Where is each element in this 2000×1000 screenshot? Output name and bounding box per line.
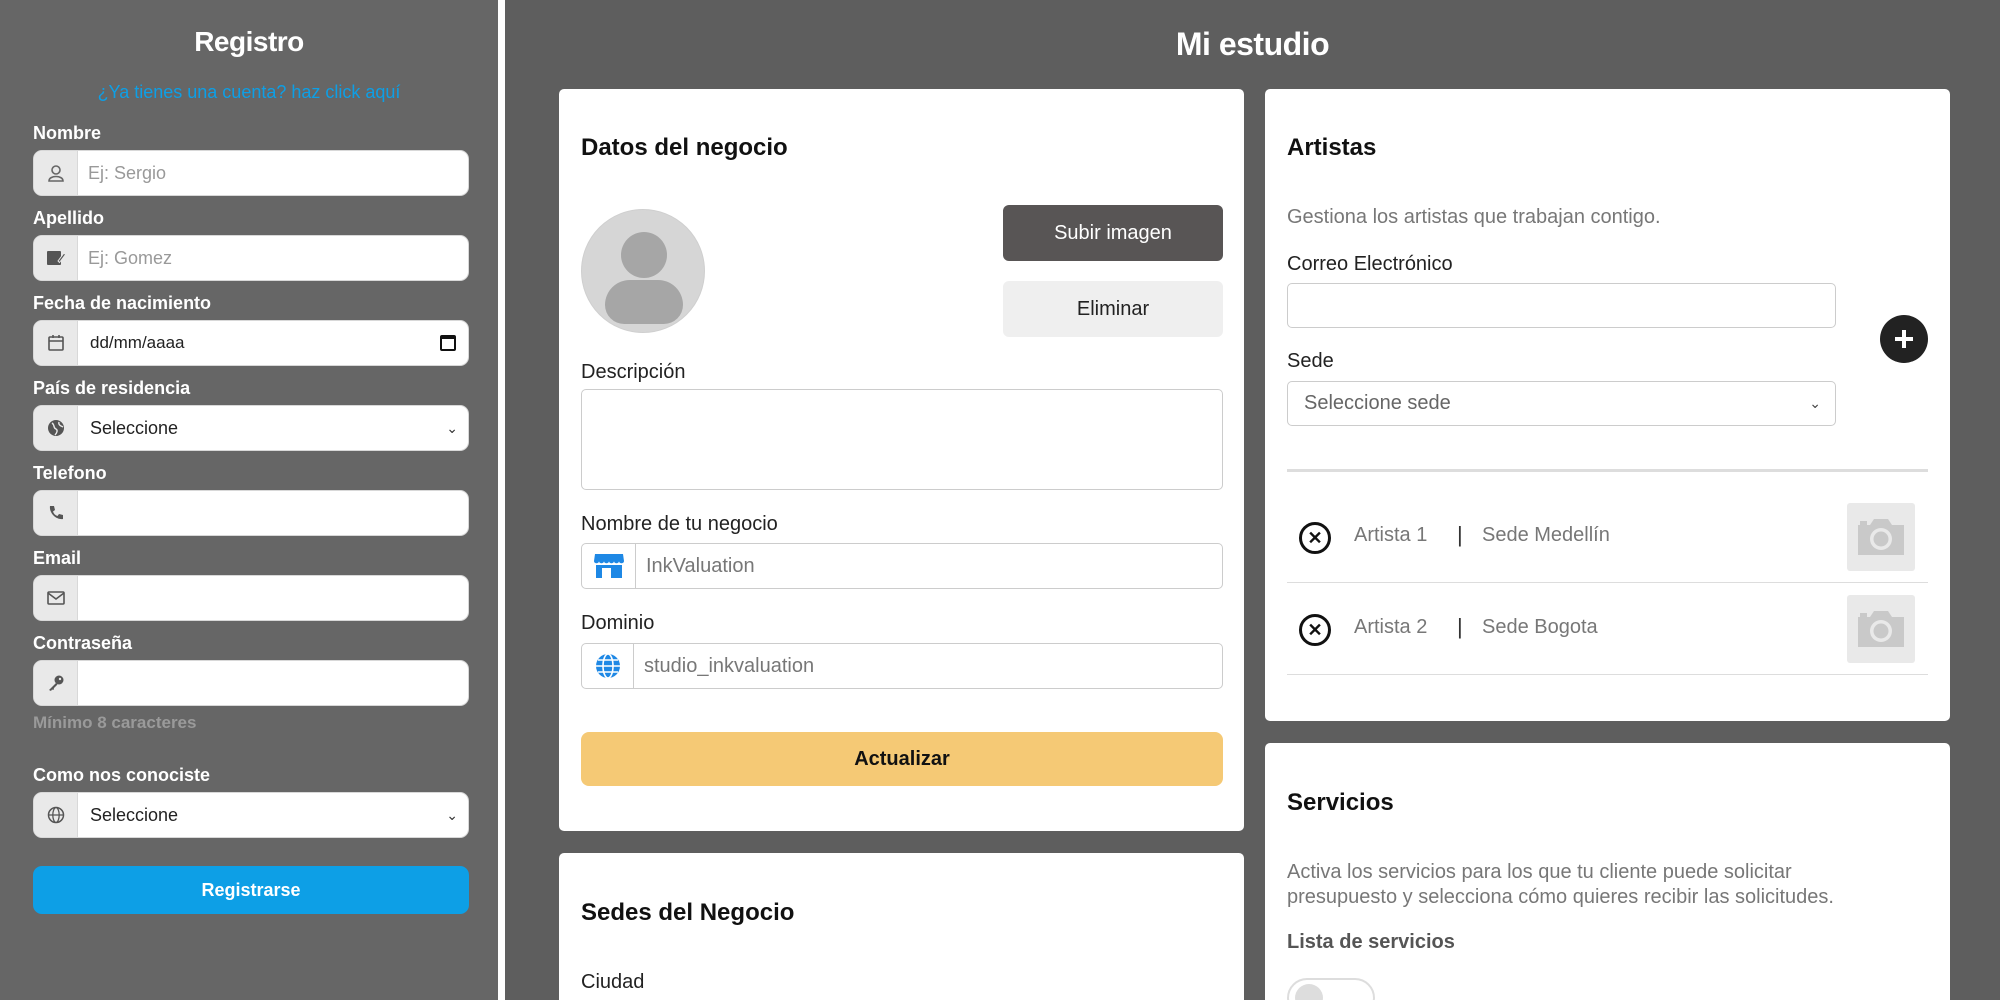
email-input[interactable] (78, 576, 468, 620)
calendar-icon (34, 321, 78, 365)
business-card: Datos del negocio Subir imagen Eliminar … (559, 89, 1244, 831)
artist-row: ✕ Artista 1 | Sede Medellín (1287, 492, 1928, 583)
telefono-input[interactable] (78, 491, 468, 535)
artist-sede: Sede Bogota (1482, 616, 1598, 638)
artist-sede-label: Sede (1287, 350, 1334, 372)
artists-card: Artistas Gestiona los artistas que traba… (1265, 89, 1950, 721)
contrasena-input[interactable] (78, 661, 468, 705)
locations-card: Sedes del Negocio Ciudad (559, 853, 1244, 1000)
locations-title: Sedes del Negocio (581, 899, 795, 926)
artist-sede-placeholder: Seleccione sede (1304, 392, 1451, 414)
services-card: Servicios Activa los servicios para los … (1265, 743, 1950, 1000)
apellido-field[interactable]: Ej: Gomez (33, 235, 469, 281)
services-list-label: Lista de servicios (1287, 931, 1455, 953)
registration-title: Registro (194, 26, 304, 57)
nombre-input[interactable]: Ej: Sergio (78, 151, 468, 195)
id-card-icon (34, 236, 78, 280)
artists-description: Gestiona los artistas que trabajan conti… (1287, 206, 1661, 228)
services-title: Servicios (1287, 789, 1394, 816)
artist-sede-select[interactable]: Seleccione sede ⌄ (1287, 381, 1836, 426)
globe-icon (34, 406, 78, 450)
artist-name: Artista 1 (1354, 524, 1428, 546)
services-description: Activa los servicios para los que tu cli… (1287, 861, 1834, 908)
domain-field[interactable]: studio_inkvaluation (581, 643, 1223, 689)
artist-separator: | (1457, 522, 1463, 547)
toggle-knob (1295, 984, 1323, 1000)
description-textarea[interactable] (581, 389, 1223, 490)
telefono-field[interactable] (33, 490, 469, 536)
remove-artist-icon[interactable]: ✕ (1299, 614, 1331, 646)
add-artist-button[interactable] (1880, 315, 1928, 363)
store-icon (582, 544, 636, 588)
apellido-label: Apellido (33, 208, 104, 228)
key-icon (34, 661, 78, 705)
chevron-down-icon: ⌄ (1809, 395, 1821, 411)
artists-divider (1287, 469, 1928, 472)
globe-icon (582, 644, 634, 688)
pais-select[interactable]: Seleccione ⌄ (33, 405, 469, 451)
artist-email-input[interactable] (1287, 283, 1836, 328)
panel-divider (498, 0, 505, 1000)
telefono-label: Telefono (33, 463, 107, 483)
nombre-field[interactable]: Ej: Sergio (33, 150, 469, 196)
nombre-label: Nombre (33, 123, 102, 143)
contrasena-label: Contraseña (33, 633, 133, 653)
studio-title: Mi estudio (1175, 26, 1330, 62)
artist-name: Artista 2 (1354, 616, 1428, 638)
email-label: Email (33, 548, 82, 568)
fecha-input[interactable]: dd/mm/aaaa (78, 321, 468, 365)
domain-input[interactable]: studio_inkvaluation (634, 644, 1222, 688)
description-label: Descripción (581, 361, 686, 383)
conociste-value[interactable]: Seleccione ⌄ (78, 793, 468, 837)
remove-artist-icon[interactable]: ✕ (1299, 522, 1331, 554)
update-button[interactable]: Actualizar (581, 732, 1223, 786)
business-name-label: Nombre de tu negocio (581, 513, 778, 535)
artist-row: ✕ Artista 2 | Sede Bogota (1287, 584, 1928, 675)
email-field[interactable] (33, 575, 469, 621)
artist-sede: Sede Medellín (1482, 524, 1610, 546)
artists-title: Artistas (1287, 134, 1377, 161)
city-label: Ciudad (581, 971, 645, 993)
chevron-down-icon: ⌄ (446, 419, 458, 436)
pais-value[interactable]: Seleccione ⌄ (78, 406, 468, 450)
avatar-head (621, 232, 667, 278)
contrasena-field[interactable] (33, 660, 469, 706)
pais-label: País de residencia (33, 378, 191, 398)
globe-icon (34, 793, 78, 837)
phone-icon (34, 491, 78, 535)
camera-icon[interactable] (1847, 595, 1915, 663)
register-button[interactable]: Registrarse (33, 866, 469, 914)
avatar (581, 209, 705, 333)
chevron-down-icon: ⌄ (446, 806, 458, 823)
pais-selected-text: Seleccione (90, 417, 179, 438)
envelope-icon (34, 576, 78, 620)
fecha-value: dd/mm/aaaa (90, 333, 185, 352)
service-toggle[interactable] (1287, 978, 1375, 1000)
business-title: Datos del negocio (581, 134, 788, 161)
artist-separator: | (1457, 614, 1463, 639)
fecha-label: Fecha de nacimiento (33, 293, 212, 313)
password-hint: Mínimo 8 caracteres (33, 713, 197, 732)
domain-label: Dominio (581, 612, 655, 634)
conociste-select[interactable]: Seleccione ⌄ (33, 792, 469, 838)
date-picker-icon[interactable] (440, 335, 456, 351)
upload-image-button[interactable]: Subir imagen (1003, 205, 1223, 261)
business-name-input[interactable]: InkValuation (636, 544, 1222, 588)
business-name-field[interactable]: InkValuation (581, 543, 1223, 589)
camera-icon[interactable] (1847, 503, 1915, 571)
conociste-label: Como nos conociste (33, 765, 211, 785)
delete-image-button[interactable]: Eliminar (1003, 281, 1223, 337)
user-icon (34, 151, 78, 195)
artist-email-label: Correo Electrónico (1287, 253, 1453, 275)
avatar-body (605, 280, 683, 324)
registration-panel: Registro ¿Ya tienes una cuenta? haz clic… (0, 0, 498, 1000)
plus-icon (1895, 330, 1913, 348)
fecha-field[interactable]: dd/mm/aaaa (33, 320, 469, 366)
login-link[interactable]: ¿Ya tienes una cuenta? haz click aquí (0, 82, 498, 103)
conociste-selected-text: Seleccione (90, 804, 179, 825)
apellido-input[interactable]: Ej: Gomez (78, 236, 468, 280)
